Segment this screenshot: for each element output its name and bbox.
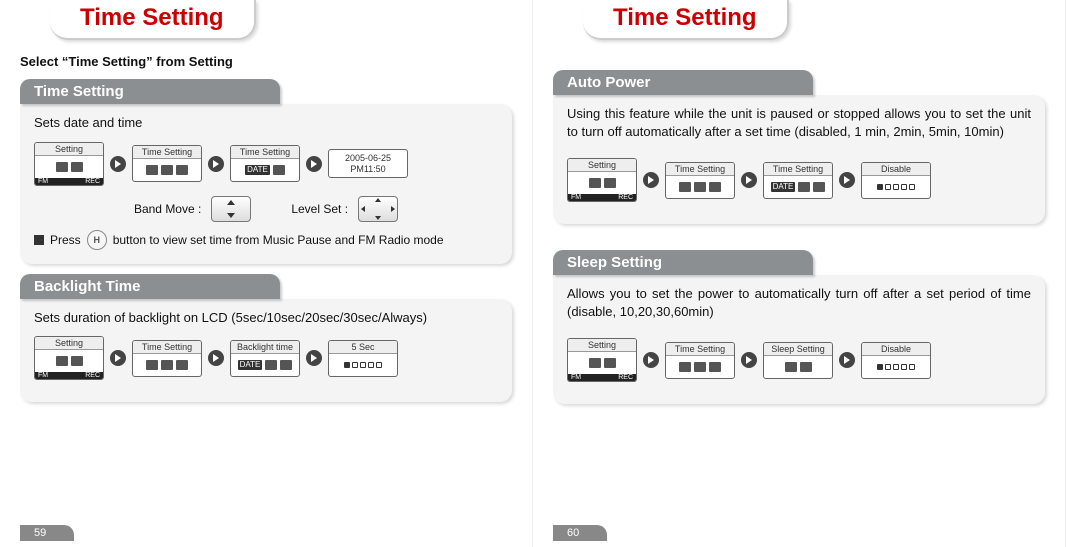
section-desc: Sets duration of backlight on LCD (5sec/…: [34, 309, 498, 327]
arrow-icon: [741, 352, 757, 368]
section-backlight-time: Backlight Time Sets duration of backligh…: [20, 274, 512, 403]
level-set-group: Level Set :: [291, 196, 398, 222]
arrow-icon: [643, 172, 659, 188]
arrow-icon: [110, 156, 126, 172]
lcd-timesetting: Time Setting: [665, 342, 735, 379]
arrow-icon: [208, 156, 224, 172]
lcd-timesetting-2: Time Setting DATE: [763, 162, 833, 199]
lcd-value: Disable: [861, 162, 931, 199]
page-title: Time Setting: [613, 4, 757, 31]
section-header: Backlight Time: [20, 274, 280, 299]
lcd-backlight: Backlight time DATE: [230, 340, 300, 377]
page-title-tab: Time Setting: [50, 0, 256, 40]
arrow-icon: [110, 350, 126, 366]
section-body: Using this feature while the unit is pau…: [553, 95, 1045, 224]
lcd-setting: Setting FMREC: [567, 158, 637, 202]
arrow-icon: [208, 350, 224, 366]
lcd-timesetting-2: Time Setting DATE: [230, 145, 300, 182]
lcd-datetime: 2005-06-25 PM11:50: [328, 149, 408, 178]
section-header: Auto Power: [553, 70, 813, 95]
page-left: Time Setting Select “Time Setting” from …: [0, 0, 533, 547]
section-body: Sets duration of backlight on LCD (5sec/…: [20, 299, 512, 403]
lcd-sleepsetting: Sleep Setting: [763, 342, 833, 379]
page-number: 59: [20, 525, 74, 541]
bullet-icon: [34, 235, 44, 245]
section-header: Time Setting: [20, 79, 280, 104]
screen-flow: Setting FMREC Time Setting Backlight tim…: [34, 336, 498, 380]
intro-text: Select “Time Setting” from Setting: [20, 54, 512, 69]
page-right: Time Setting Auto Power Using this featu…: [533, 0, 1066, 547]
lcd-value: Disable: [861, 342, 931, 379]
plusminus-pad-icon: [211, 196, 251, 222]
lcd-setting: Setting FMREC: [34, 336, 104, 380]
arrow-icon: [643, 352, 659, 368]
section-header: Sleep Setting: [553, 250, 813, 275]
section-auto-power: Auto Power Using this feature while the …: [553, 70, 1045, 224]
arrow-icon: [839, 172, 855, 188]
lcd-timesetting-1: Time Setting: [665, 162, 735, 199]
section-desc: Sets date and time: [34, 114, 498, 132]
section-body: Allows you to set the power to automatic…: [553, 275, 1045, 404]
lcd-timesetting-1: Time Setting: [132, 145, 202, 182]
dpad-icon: [358, 196, 398, 222]
section-desc: Allows you to set the power to automatic…: [567, 285, 1031, 320]
screen-flow: Setting FMREC Time Setting Sleep Setting…: [567, 338, 1031, 382]
section-desc: Using this feature while the unit is pau…: [567, 105, 1031, 140]
arrow-icon: [741, 172, 757, 188]
arrow-icon: [306, 350, 322, 366]
h-button-icon: H: [87, 230, 107, 250]
control-hints: Band Move : Level Set :: [34, 196, 498, 222]
section-time-setting: Time Setting Sets date and time Setting …: [20, 79, 512, 264]
page-title: Time Setting: [80, 4, 224, 31]
screen-flow: Setting FMREC Time Setting Time Setting …: [567, 158, 1031, 202]
arrow-icon: [306, 156, 322, 172]
lcd-setting: Setting FMREC: [34, 142, 104, 186]
note: Press H button to view set time from Mus…: [34, 230, 498, 250]
lcd-timesetting: Time Setting: [132, 340, 202, 377]
section-body: Sets date and time Setting FMREC Time Se…: [20, 104, 512, 264]
lcd-value: 5 Sec: [328, 340, 398, 377]
page-number: 60: [553, 525, 607, 541]
arrow-icon: [839, 352, 855, 368]
page-title-tab: Time Setting: [583, 0, 789, 40]
band-move-group: Band Move :: [134, 196, 251, 222]
screen-flow: Setting FMREC Time Setting Time Setting …: [34, 142, 498, 186]
lcd-setting: Setting FMREC: [567, 338, 637, 382]
section-sleep-setting: Sleep Setting Allows you to set the powe…: [553, 250, 1045, 404]
